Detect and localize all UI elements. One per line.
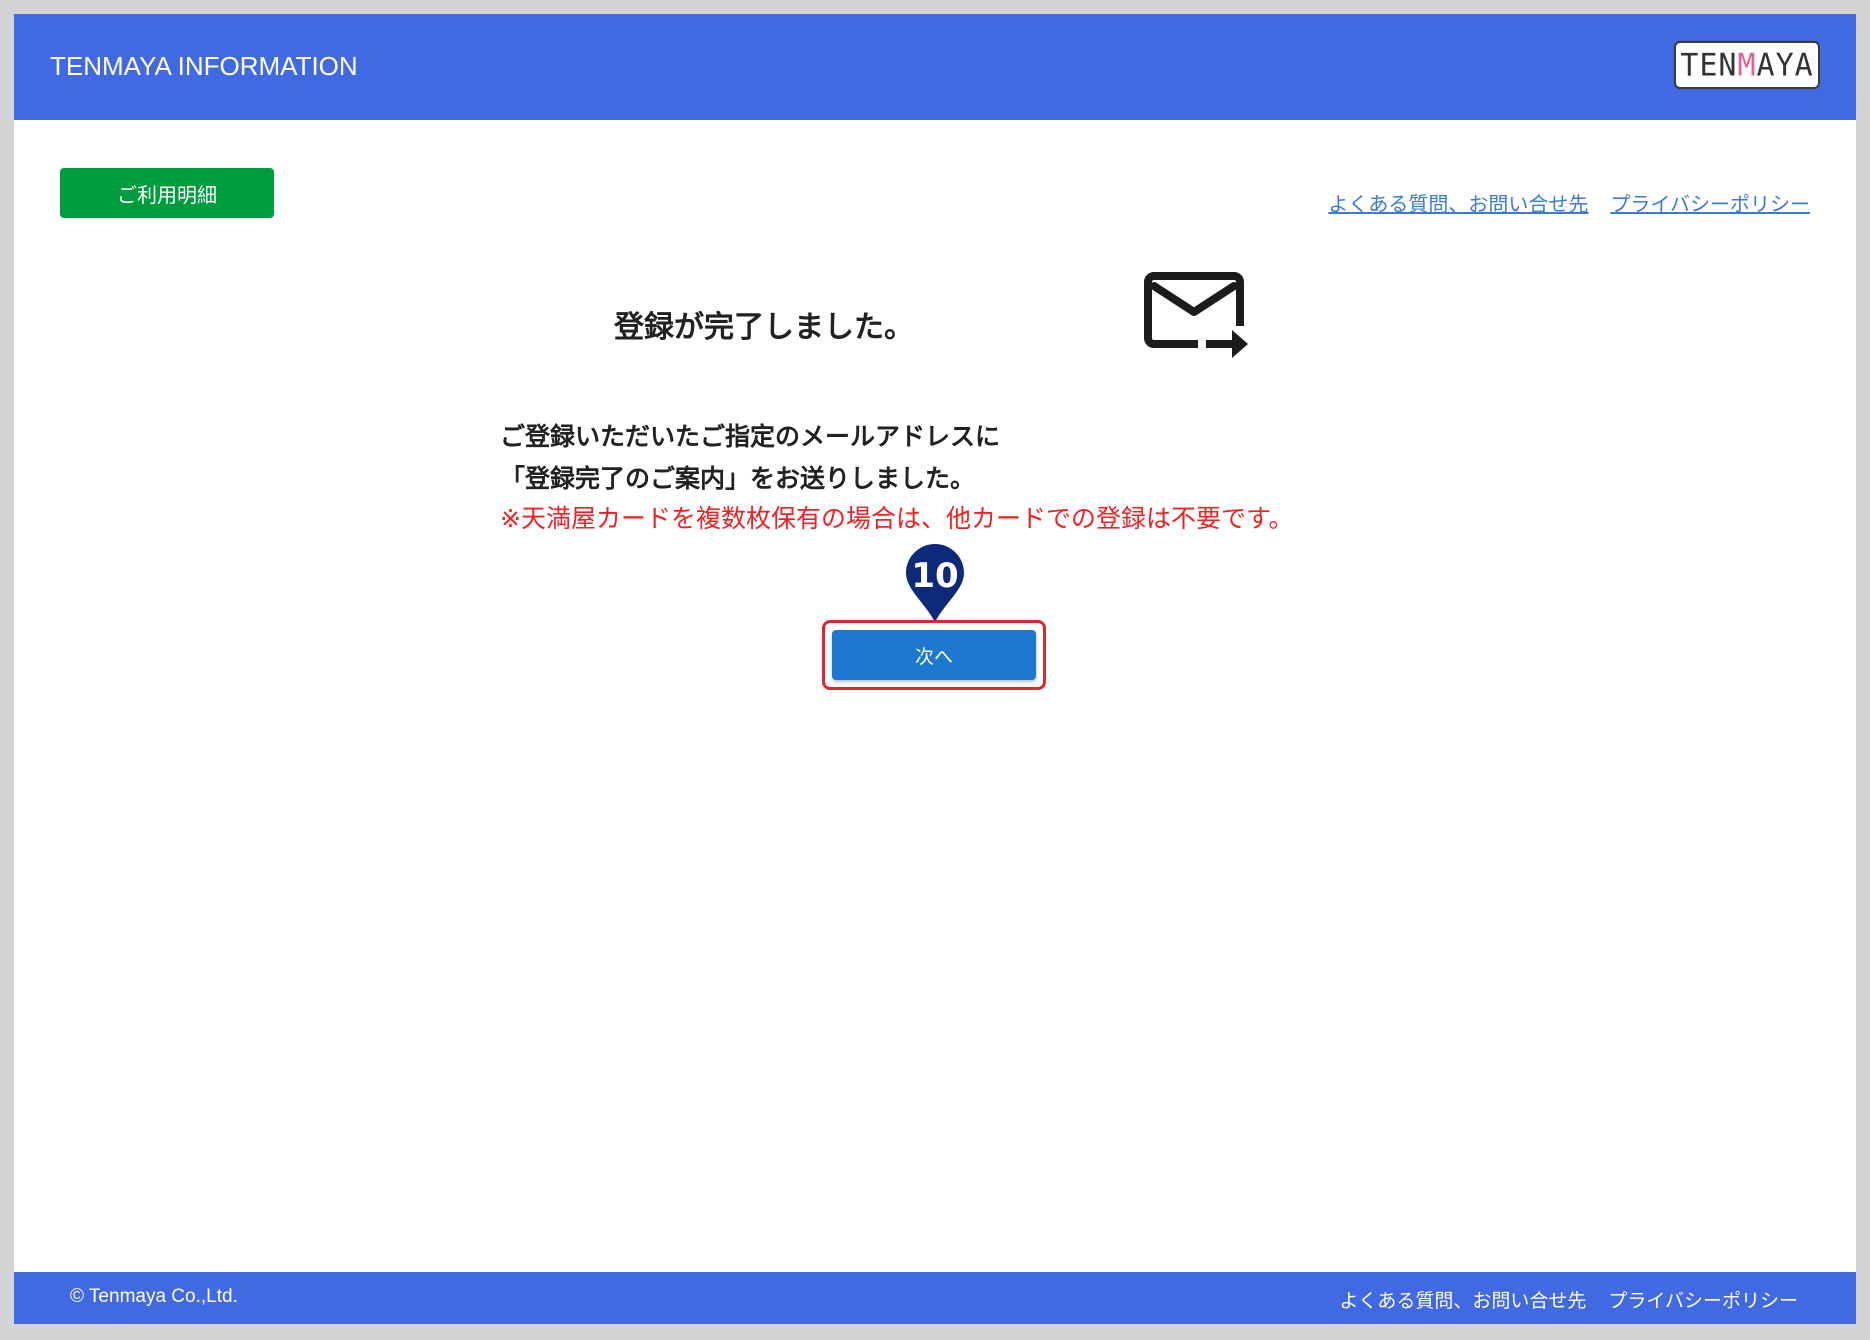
footer-privacy-policy-link[interactable]: プライバシーポリシー [1608, 1286, 1798, 1313]
top-links: よくある質問、お問い合せ先 プライバシーポリシー [1328, 188, 1810, 217]
step-number: 10 [911, 556, 959, 596]
message-line-1: ご登録いただいたご指定のメールアドレスに [500, 422, 1001, 451]
tenmaya-logo[interactable]: TEN M AYA [1674, 40, 1820, 90]
logo-text-after: AYA [1756, 46, 1814, 84]
message-line-2: 「登録完了のご案内」をお送りしました。 [500, 464, 976, 493]
next-button[interactable]: 次へ [832, 630, 1036, 680]
logo-text-before: TEN [1680, 46, 1738, 84]
notice-text: ※天満屋カードを複数枚保有の場合は、他カードでの登録は不要です。 [500, 504, 1294, 533]
site-title: TENMAYA INFORMATION [50, 51, 358, 81]
header-bar: TENMAYA INFORMATION TEN M AYA [14, 14, 1856, 120]
mail-forward-icon [1144, 272, 1248, 358]
copyright: © Tenmaya Co.,Ltd. [70, 1286, 238, 1307]
footer-faq-link[interactable]: よくある質問、お問い合せ先 [1339, 1286, 1586, 1313]
footer-bar: © Tenmaya Co.,Ltd. よくある質問、お問い合せ先 プライバシーポ… [14, 1272, 1856, 1324]
completion-title: 登録が完了しました。 [614, 310, 914, 345]
page-frame: TENMAYA INFORMATION TEN M AYA ご利用明細 よくある質問… [14, 14, 1856, 1324]
faq-link[interactable]: よくある質問、お問い合せ先 [1328, 188, 1588, 217]
footer-links: よくある質問、お問い合せ先 プライバシーポリシー [1339, 1286, 1798, 1313]
logo-text-accent: M [1737, 46, 1757, 84]
privacy-policy-link[interactable]: プライバシーポリシー [1610, 188, 1810, 217]
completion-message: ご登録いただいたご指定のメールアドレスに 「登録完了のご案内」をお送りしました。 [500, 416, 1000, 500]
statement-button[interactable]: ご利用明細 [60, 168, 274, 218]
